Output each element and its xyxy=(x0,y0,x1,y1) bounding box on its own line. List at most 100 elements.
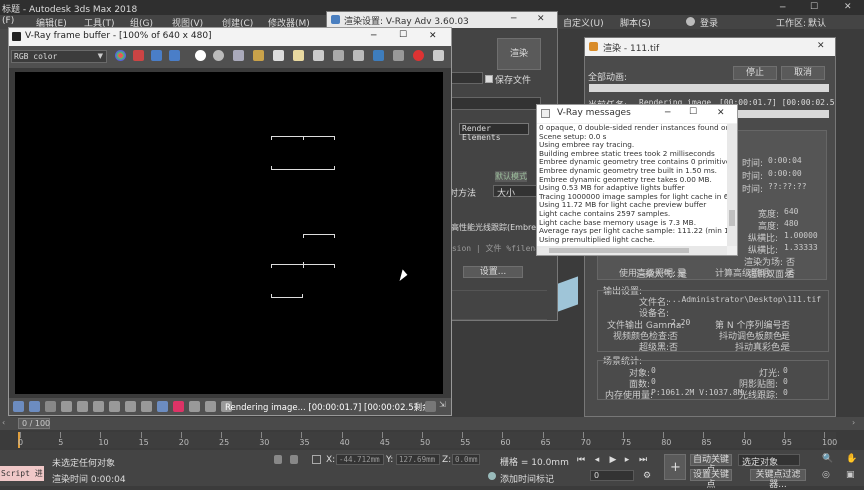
compare-icon[interactable] xyxy=(77,401,88,412)
red-channel-icon[interactable] xyxy=(133,50,144,61)
load-image-icon[interactable] xyxy=(253,50,264,61)
shadow-value: 0 xyxy=(783,377,788,386)
set-key-big-button[interactable]: + xyxy=(664,454,686,480)
add-time-tag[interactable]: 添加时间标记 xyxy=(500,472,554,485)
close-icon[interactable]: ✕ xyxy=(844,2,854,12)
timeline-ruler[interactable]: 0 5 10 15 20 25 30 35 40 45 50 55 60 65 70 75 80 85 90 95 10… xyxy=(18,432,837,448)
goto-start-icon[interactable]: ⏮ xyxy=(574,454,588,466)
exposure-icon[interactable] xyxy=(141,401,152,412)
settings-button[interactable]: 设置... xyxy=(463,266,523,278)
save-file-checkbox[interactable] xyxy=(485,75,493,83)
duplicate-icon[interactable] xyxy=(273,50,284,61)
vray-hscroll-thumb[interactable] xyxy=(549,248,689,253)
vray-messages-close-icon[interactable]: ✕ xyxy=(717,108,725,118)
login-link[interactable]: 登录 xyxy=(700,16,718,29)
x-coordinate-field[interactable]: -44.712mm xyxy=(336,454,384,465)
render-setup-close-icon[interactable]: ✕ xyxy=(537,14,545,24)
history-icon[interactable] xyxy=(61,401,72,412)
green-channel-icon[interactable] xyxy=(151,50,162,61)
follow-mouse-icon[interactable] xyxy=(353,50,364,61)
time-slider-thumb[interactable]: 0 / 100 xyxy=(18,418,50,429)
stamp-icon[interactable] xyxy=(45,401,56,412)
time-config-icon[interactable]: ⚙ xyxy=(640,470,654,482)
current-frame-field[interactable]: 0 xyxy=(590,470,634,481)
nav-maximize-icon[interactable]: ▣ xyxy=(846,470,855,480)
menu-item-file[interactable]: (F) xyxy=(2,16,14,26)
vfb-options-icon[interactable] xyxy=(425,401,436,412)
ab-compare-icon[interactable] xyxy=(93,401,104,412)
stop-button[interactable]: 停止 xyxy=(733,66,777,80)
vray-messages-maximize-icon[interactable]: ☐ xyxy=(689,107,697,117)
key-filter-button[interactable]: 关键点过滤器... xyxy=(750,469,806,490)
render-last-icon[interactable] xyxy=(373,50,384,61)
vray-messages-minimize-icon[interactable]: ─ xyxy=(665,108,670,118)
prev-frame-icon[interactable]: ◂ xyxy=(590,454,604,466)
tab-render-elements[interactable]: Render Elements xyxy=(459,123,529,142)
render-setup-minimize-icon[interactable]: ─ xyxy=(511,14,516,24)
minimize-icon[interactable]: ─ xyxy=(780,3,790,13)
vray-messages-log[interactable]: 0 opaque, 0 double-sided render instance… xyxy=(537,124,727,246)
nav-zoom-icon[interactable]: 🔍 xyxy=(822,454,833,464)
maximize-icon[interactable]: ☐ xyxy=(810,2,820,12)
nav-pan-icon[interactable]: ✋ xyxy=(846,454,857,464)
auto-key-button[interactable]: 自动关键点 xyxy=(690,454,732,475)
time-row-1-label: 时间: xyxy=(742,159,764,169)
play-icon[interactable]: ▶ xyxy=(606,454,620,466)
vray-scroll-thumb[interactable] xyxy=(729,210,735,226)
renderer-dropdown[interactable] xyxy=(451,97,541,110)
isolate-icon[interactable] xyxy=(290,455,298,464)
rgb-channels-icon[interactable] xyxy=(115,50,126,61)
save-image-icon[interactable] xyxy=(233,50,244,61)
mono-channel-icon[interactable] xyxy=(213,50,224,61)
timeline-slider-track[interactable]: 0 / 100 ‹ › xyxy=(0,417,864,430)
color-corrections-icon[interactable] xyxy=(13,401,24,412)
size-select[interactable]: 大小 xyxy=(493,185,537,199)
workspace-select[interactable]: 默认 xyxy=(808,16,826,29)
render-button[interactable]: 渲染 xyxy=(497,38,541,70)
maxscript-listener[interactable]: Script 进 xyxy=(0,466,44,481)
timeline-prev-icon[interactable]: ‹ xyxy=(2,418,5,427)
cancel-button[interactable]: 取消 xyxy=(781,66,825,80)
teapot-render-icon[interactable] xyxy=(433,50,444,61)
y-coordinate-field[interactable]: 127.69mm xyxy=(396,454,440,465)
track-mouse-icon[interactable] xyxy=(313,50,324,61)
key-selection-select[interactable]: 选定对象 xyxy=(738,454,800,468)
z-coordinate-field[interactable]: 0.0mm xyxy=(452,454,480,465)
lock-selection-icon[interactable] xyxy=(274,455,282,464)
vray-messages-vscrollbar[interactable] xyxy=(727,124,737,246)
ocio-icon[interactable] xyxy=(157,401,168,412)
menu-item-customize[interactable]: 自定义(U) xyxy=(563,16,604,29)
alpha-channel-icon[interactable] xyxy=(195,50,206,61)
vfb-close-icon[interactable]: ✕ xyxy=(429,31,437,41)
region-render-icon[interactable] xyxy=(333,50,344,61)
time-tag-icon[interactable] xyxy=(488,472,496,480)
render-progress-close-icon[interactable]: ✕ xyxy=(817,41,825,51)
transform-mode-icon[interactable] xyxy=(312,455,321,464)
blue-channel-icon[interactable] xyxy=(169,50,180,61)
vray-messages-hscrollbar[interactable] xyxy=(537,246,727,255)
srgb-icon[interactable] xyxy=(173,401,184,412)
lut-icon[interactable] xyxy=(125,401,136,412)
vfb-expand-icon[interactable]: ⇲ xyxy=(439,400,446,409)
stop-render-icon[interactable] xyxy=(413,50,424,61)
link-icon[interactable] xyxy=(393,50,404,61)
lens-effects-icon[interactable] xyxy=(29,401,40,412)
channel-select[interactable]: RGB color ▼ xyxy=(11,50,107,63)
render-setup-dropdown[interactable] xyxy=(451,72,483,84)
timeline-next-icon[interactable]: › xyxy=(852,418,855,427)
set-key-button[interactable]: 设置关键点 xyxy=(690,469,732,490)
adv-light-value: 是 xyxy=(677,269,687,279)
user-icon[interactable] xyxy=(686,17,695,26)
vfb-maximize-icon[interactable]: ☐ xyxy=(399,30,407,40)
clear-image-icon[interactable] xyxy=(293,50,304,61)
vfb-minimize-icon[interactable]: ─ xyxy=(371,31,376,41)
zoom-in-icon[interactable] xyxy=(205,401,216,412)
next-frame-icon[interactable]: ▸ xyxy=(620,454,634,466)
menu-item-scripting[interactable]: 脚本(S) xyxy=(620,16,651,29)
nav-orbit-icon[interactable]: ◎ xyxy=(822,470,830,480)
flip-icon[interactable] xyxy=(189,401,200,412)
render-canvas[interactable] xyxy=(15,72,443,394)
render-progress-titlebar: 渲染 - 111.tif ✕ xyxy=(585,38,835,56)
goto-end-icon[interactable]: ⏭ xyxy=(636,454,650,466)
pixel-info-icon[interactable] xyxy=(109,401,120,412)
